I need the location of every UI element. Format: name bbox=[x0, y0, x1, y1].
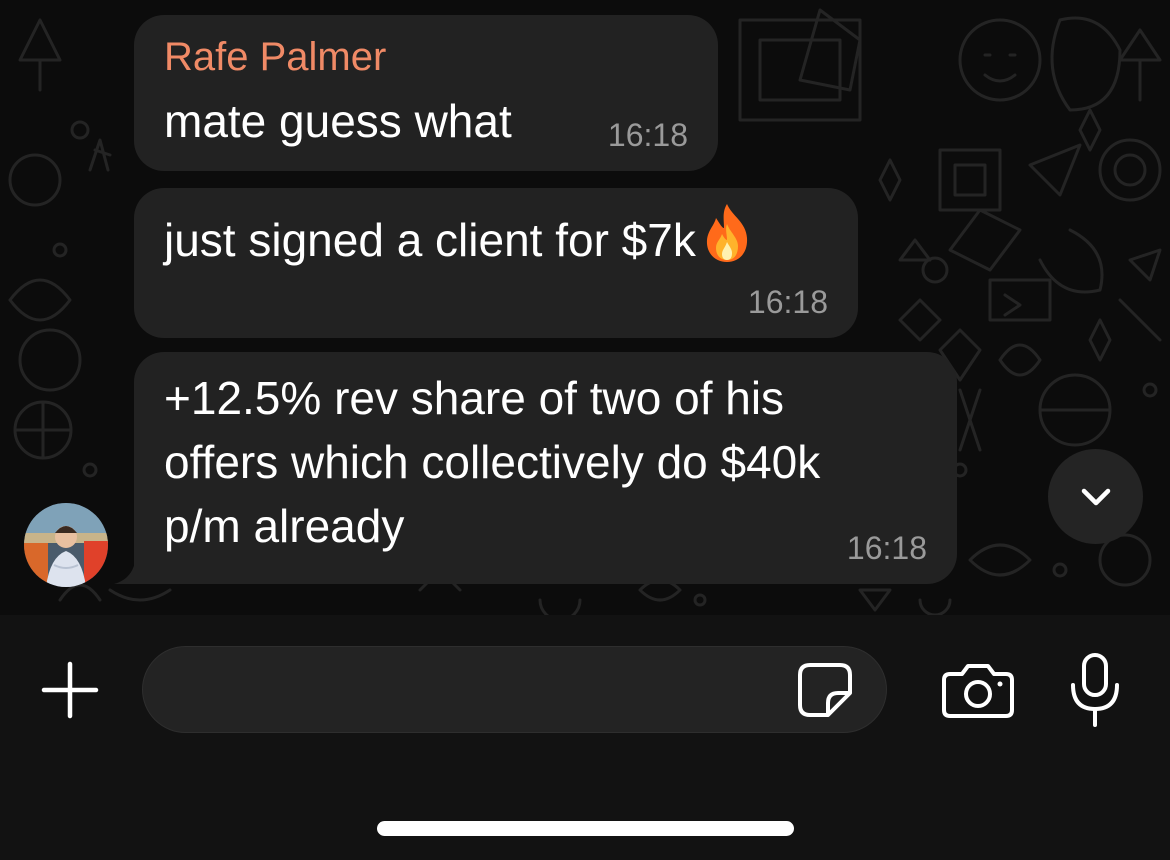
message-time: 16:18 bbox=[607, 117, 688, 153]
camera-icon bbox=[942, 664, 1014, 718]
message-time: 16:18 bbox=[846, 530, 927, 566]
avatar[interactable] bbox=[24, 503, 108, 587]
camera-button[interactable] bbox=[935, 650, 1021, 730]
microphone-button[interactable] bbox=[1060, 645, 1130, 735]
home-indicator[interactable] bbox=[377, 821, 794, 836]
fire-emoji-icon bbox=[706, 204, 747, 262]
sticker-button[interactable] bbox=[790, 655, 860, 725]
chat-screen: Rafe Palmer mate guess what 16:18 just s… bbox=[0, 0, 1170, 860]
message-bubble[interactable]: +12.5% rev share of two of his offers wh… bbox=[134, 352, 957, 584]
microphone-icon bbox=[1071, 653, 1119, 727]
sender-name[interactable]: Rafe Palmer bbox=[164, 35, 688, 79]
sticker-icon bbox=[798, 663, 852, 717]
message-input[interactable] bbox=[142, 646, 887, 733]
message-text-wrapper: just signed a client for $7k bbox=[164, 202, 828, 272]
message-text: +12.5% rev share of two of his offers wh… bbox=[164, 372, 821, 552]
scroll-to-bottom-button[interactable] bbox=[1048, 449, 1143, 544]
message-bubble[interactable]: just signed a client for $7k 16:18 bbox=[134, 188, 858, 338]
avatar-photo bbox=[24, 503, 108, 587]
attach-button[interactable] bbox=[30, 650, 110, 730]
message-bubble[interactable]: Rafe Palmer mate guess what 16:18 bbox=[134, 15, 718, 171]
message-text: just signed a client for $7k bbox=[164, 214, 696, 266]
plus-icon bbox=[41, 661, 99, 719]
message-list[interactable]: Rafe Palmer mate guess what 16:18 just s… bbox=[0, 0, 1170, 615]
chevron-down-icon bbox=[1081, 488, 1110, 505]
message-time: 16:18 bbox=[747, 284, 828, 320]
